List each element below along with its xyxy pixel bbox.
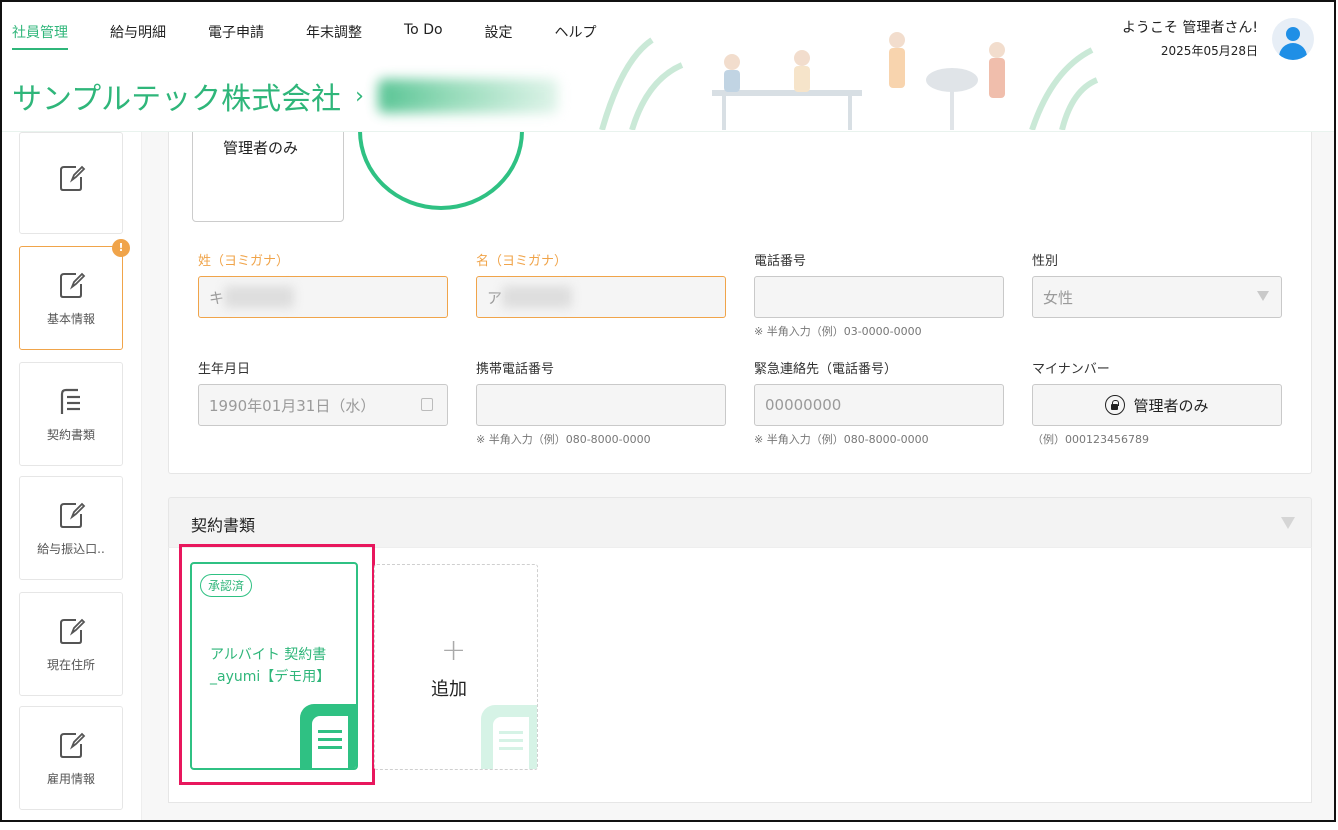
phone-label: 電話番号: [754, 254, 807, 269]
emergency-label: 緊急連絡先（電話番号）: [754, 362, 898, 377]
mobile-label: 携帯電話番号: [476, 362, 555, 377]
first-kana-value: ア: [487, 288, 503, 307]
sidebar-item-label: 基本情報: [46, 311, 95, 326]
first-kana-label: 名（ヨミガナ）: [476, 254, 568, 269]
sidebar-item-bank-account[interactable]: 給与振込口..: [19, 476, 123, 580]
gender-label: 性別: [1032, 254, 1059, 269]
edit-icon: [60, 272, 86, 298]
birthdate-label: 生年月日: [198, 362, 251, 377]
sidebar-item-contracts[interactable]: 契約書類: [19, 362, 123, 466]
edit-icon: [60, 618, 86, 644]
edit-icon: [60, 502, 86, 528]
sidebar-item-label: 契約書類: [46, 427, 95, 442]
phone-hint: ※ 半角入力（例）03-0000-0000: [754, 325, 922, 338]
mynumber-admin-only-button[interactable]: 管理者のみ: [1032, 384, 1282, 426]
phone-input[interactable]: [754, 276, 1004, 318]
lock-icon: [1105, 395, 1126, 415]
edit-icon: [60, 732, 86, 758]
sidebar-item-label: 雇用情報: [46, 771, 95, 786]
add-contract-button[interactable]: + 追加: [374, 564, 538, 770]
emergency-input[interactable]: 00000000: [754, 384, 1004, 426]
nav-settings[interactable]: 設定: [485, 22, 513, 50]
breadcrumb-separator: ›: [355, 83, 364, 109]
mynumber-button-label: 管理者のみ: [1133, 396, 1209, 415]
gender-select[interactable]: 女性: [1032, 276, 1282, 318]
sidebar-item-employment[interactable]: 雇用情報: [19, 706, 123, 810]
company-name[interactable]: サンプルテック株式会社: [12, 74, 341, 118]
user-avatar-icon[interactable]: [1272, 18, 1314, 60]
admin-only-label: 管理者のみ: [223, 139, 299, 157]
header-illustration: [599, 32, 1099, 130]
sidebar-item-label: 現在住所: [46, 657, 95, 672]
sidebar-item-profile[interactable]: [19, 132, 123, 234]
nav-help[interactable]: ヘルプ: [555, 22, 597, 50]
nav-employee-management[interactable]: 社員管理: [12, 22, 68, 50]
contracts-section-header[interactable]: 契約書類: [168, 497, 1312, 547]
highlight-box: [179, 544, 375, 785]
last-kana-input[interactable]: キ: [198, 276, 448, 318]
welcome-text: ようこそ 管理者さん!: [1121, 20, 1258, 36]
nav-year-end-adjustment[interactable]: 年末調整: [306, 22, 362, 50]
birthdate-input[interactable]: 1990年01月31日（水）: [198, 384, 448, 426]
first-kana-input[interactable]: ア: [476, 276, 726, 318]
chevron-down-icon: [1257, 291, 1269, 301]
mobile-input[interactable]: [476, 384, 726, 426]
emergency-value: 00000000: [765, 396, 842, 414]
emergency-hint: ※ 半角入力（例）080-8000-0000: [754, 433, 929, 446]
last-kana-label: 姓（ヨミガナ）: [198, 254, 290, 269]
mynumber-hint: （例）000123456789: [1032, 433, 1149, 446]
collapse-triangle-icon[interactable]: [1281, 517, 1295, 529]
header: 社員管理 給与明細 電子申請 年末調整 To Do 設定 ヘルプ ようこそ 管理…: [2, 2, 1334, 132]
birthdate-value: 1990年01月31日（水）: [209, 396, 376, 415]
calendar-icon[interactable]: [421, 398, 433, 411]
mobile-hint: ※ 半角入力（例）080-8000-0000: [476, 433, 651, 446]
sidebar-item-label: 給与振込口..: [37, 541, 105, 556]
nav-todo[interactable]: To Do: [404, 22, 443, 50]
add-label: 追加: [431, 679, 467, 700]
plus-icon: +: [441, 633, 467, 668]
sidebar: ! 基本情報 契約書類 給与振込口.. 現在住所 雇用情報: [2, 132, 142, 820]
edit-icon: [60, 165, 86, 191]
sidebar-item-basic-info[interactable]: ! 基本情報: [19, 239, 130, 350]
last-kana-value: キ: [209, 288, 225, 307]
gender-value: 女性: [1043, 288, 1074, 307]
document-icon: [481, 705, 537, 769]
nav-e-application[interactable]: 電子申請: [208, 22, 264, 50]
warning-badge: !: [112, 239, 130, 257]
contracts-section-title: 契約書類: [191, 516, 256, 535]
current-date: 2025年05月28日: [1160, 44, 1258, 58]
sidebar-item-address[interactable]: 現在住所: [19, 592, 123, 696]
app-window: 社員管理 給与明細 電子申請 年末調整 To Do 設定 ヘルプ ようこそ 管理…: [0, 0, 1336, 822]
mynumber-label: マイナンバー: [1032, 362, 1110, 377]
top-nav: 社員管理 給与明細 電子申請 年末調整 To Do 設定 ヘルプ: [12, 22, 639, 50]
nav-payslip[interactable]: 給与明細: [110, 22, 166, 50]
breadcrumb: サンプルテック株式会社 ›: [12, 74, 558, 118]
document-icon: [60, 388, 80, 414]
employee-name-redacted: [377, 79, 558, 113]
